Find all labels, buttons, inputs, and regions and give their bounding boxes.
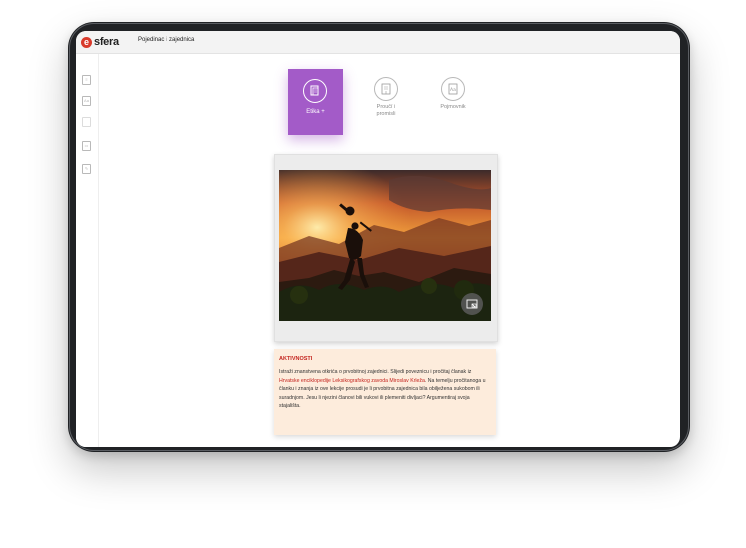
tile-prouci-label-line1: Proučí i — [376, 104, 396, 110]
activity-card: AKTIVNOSTI Istraži znanstvena otkrića o … — [274, 349, 496, 435]
expand-image-button[interactable] — [461, 293, 483, 315]
blank-icon[interactable] — [82, 117, 91, 127]
breadcrumb-part-a: Pojedinac — [138, 37, 165, 43]
expand-icon — [466, 299, 478, 309]
svg-text:Aa: Aa — [450, 87, 456, 93]
logo-e-mark: e — [81, 36, 92, 48]
logo-text: sfera — [94, 36, 119, 48]
tile-prouci-label: Proučí i promisli — [366, 104, 406, 118]
tile-etika-label: Etika + — [306, 109, 325, 115]
text-icon[interactable]: Aa — [82, 96, 91, 106]
tile-pojmovnik-label: Pojmovnik — [440, 104, 466, 110]
sidebar: ≡ Aa ▭ ✎ — [76, 54, 99, 447]
activity-title: AKTIVNOSTI — [279, 356, 313, 362]
image-card — [274, 154, 498, 342]
tile-prouci-label-line2: promisli — [376, 111, 396, 117]
book-icon — [303, 79, 327, 103]
notebook-icon — [374, 77, 398, 101]
sfera-logo[interactable]: e sfera — [81, 33, 119, 51]
top-bar: e sfera Pojedinac i zajednica — [76, 31, 680, 54]
breadcrumb-separator: i — [166, 37, 168, 43]
screen: e sfera Pojedinac i zajednica ≡ Aa ▭ ✎ E… — [76, 31, 680, 447]
edit-icon[interactable]: ✎ — [82, 164, 91, 174]
activity-text: Istraži znanstvena otkrića o prvobitnoj … — [279, 368, 491, 411]
caveman-sunset-image[interactable] — [279, 170, 491, 321]
activity-text-before: Istraži znanstvena otkrića o prvobitnoj … — [279, 369, 472, 375]
tile-etika[interactable]: Etika + — [288, 69, 343, 135]
dictionary-icon: Aa — [441, 77, 465, 101]
document-icon[interactable]: ≡ — [82, 75, 91, 85]
tile-prouci-i-promisli[interactable]: Proučí i promisli — [366, 77, 406, 118]
breadcrumb: Pojedinac i zajednica — [138, 37, 194, 43]
breadcrumb-part-b: zajednica — [169, 37, 195, 43]
image-icon[interactable]: ▭ — [82, 141, 91, 151]
encyclopedia-link[interactable]: Hrvatske enciklopedije Leksikografskog z… — [279, 378, 425, 384]
tile-pojmovnik[interactable]: Aa Pojmovnik — [433, 77, 473, 111]
